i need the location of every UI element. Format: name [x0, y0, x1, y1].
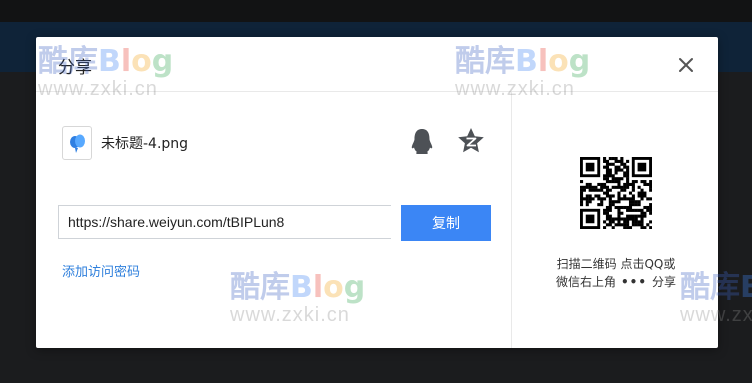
- qr-caption-line1: 扫描二维码 点击QQ或: [556, 257, 676, 271]
- close-icon: [679, 58, 693, 72]
- qr-caption-text-1: 微信右上角: [555, 275, 616, 289]
- qr-caption: 扫描二维码 点击QQ或 微信右上角 ••• 分享: [534, 255, 698, 291]
- qq-penguin-icon: [411, 129, 433, 154]
- qr-caption-line2: 微信右上角 ••• 分享: [534, 273, 698, 291]
- image-file-icon: [62, 126, 92, 160]
- dialog-title: 分享: [58, 58, 92, 78]
- copy-button[interactable]: 复制: [401, 205, 491, 241]
- qzone-share-button[interactable]: [456, 126, 486, 156]
- qr-code: [580, 157, 653, 230]
- title-divider: [36, 91, 718, 92]
- background-top-bar: [0, 0, 752, 22]
- share-link-input[interactable]: [58, 205, 391, 239]
- panel-divider: [511, 92, 512, 348]
- qr-caption-text-2: 分享: [652, 275, 677, 289]
- close-button[interactable]: [676, 55, 696, 75]
- file-name: 未标题-4.png: [101, 136, 189, 152]
- qq-share-button[interactable]: [407, 126, 437, 156]
- share-dialog: 分享 未标题-4.png 复制 添加访问密码 扫描二维码: [36, 37, 718, 348]
- add-password-link[interactable]: 添加访问密码: [62, 261, 140, 280]
- qzone-star-icon: [458, 128, 484, 153]
- more-dots-icon: •••: [620, 275, 647, 289]
